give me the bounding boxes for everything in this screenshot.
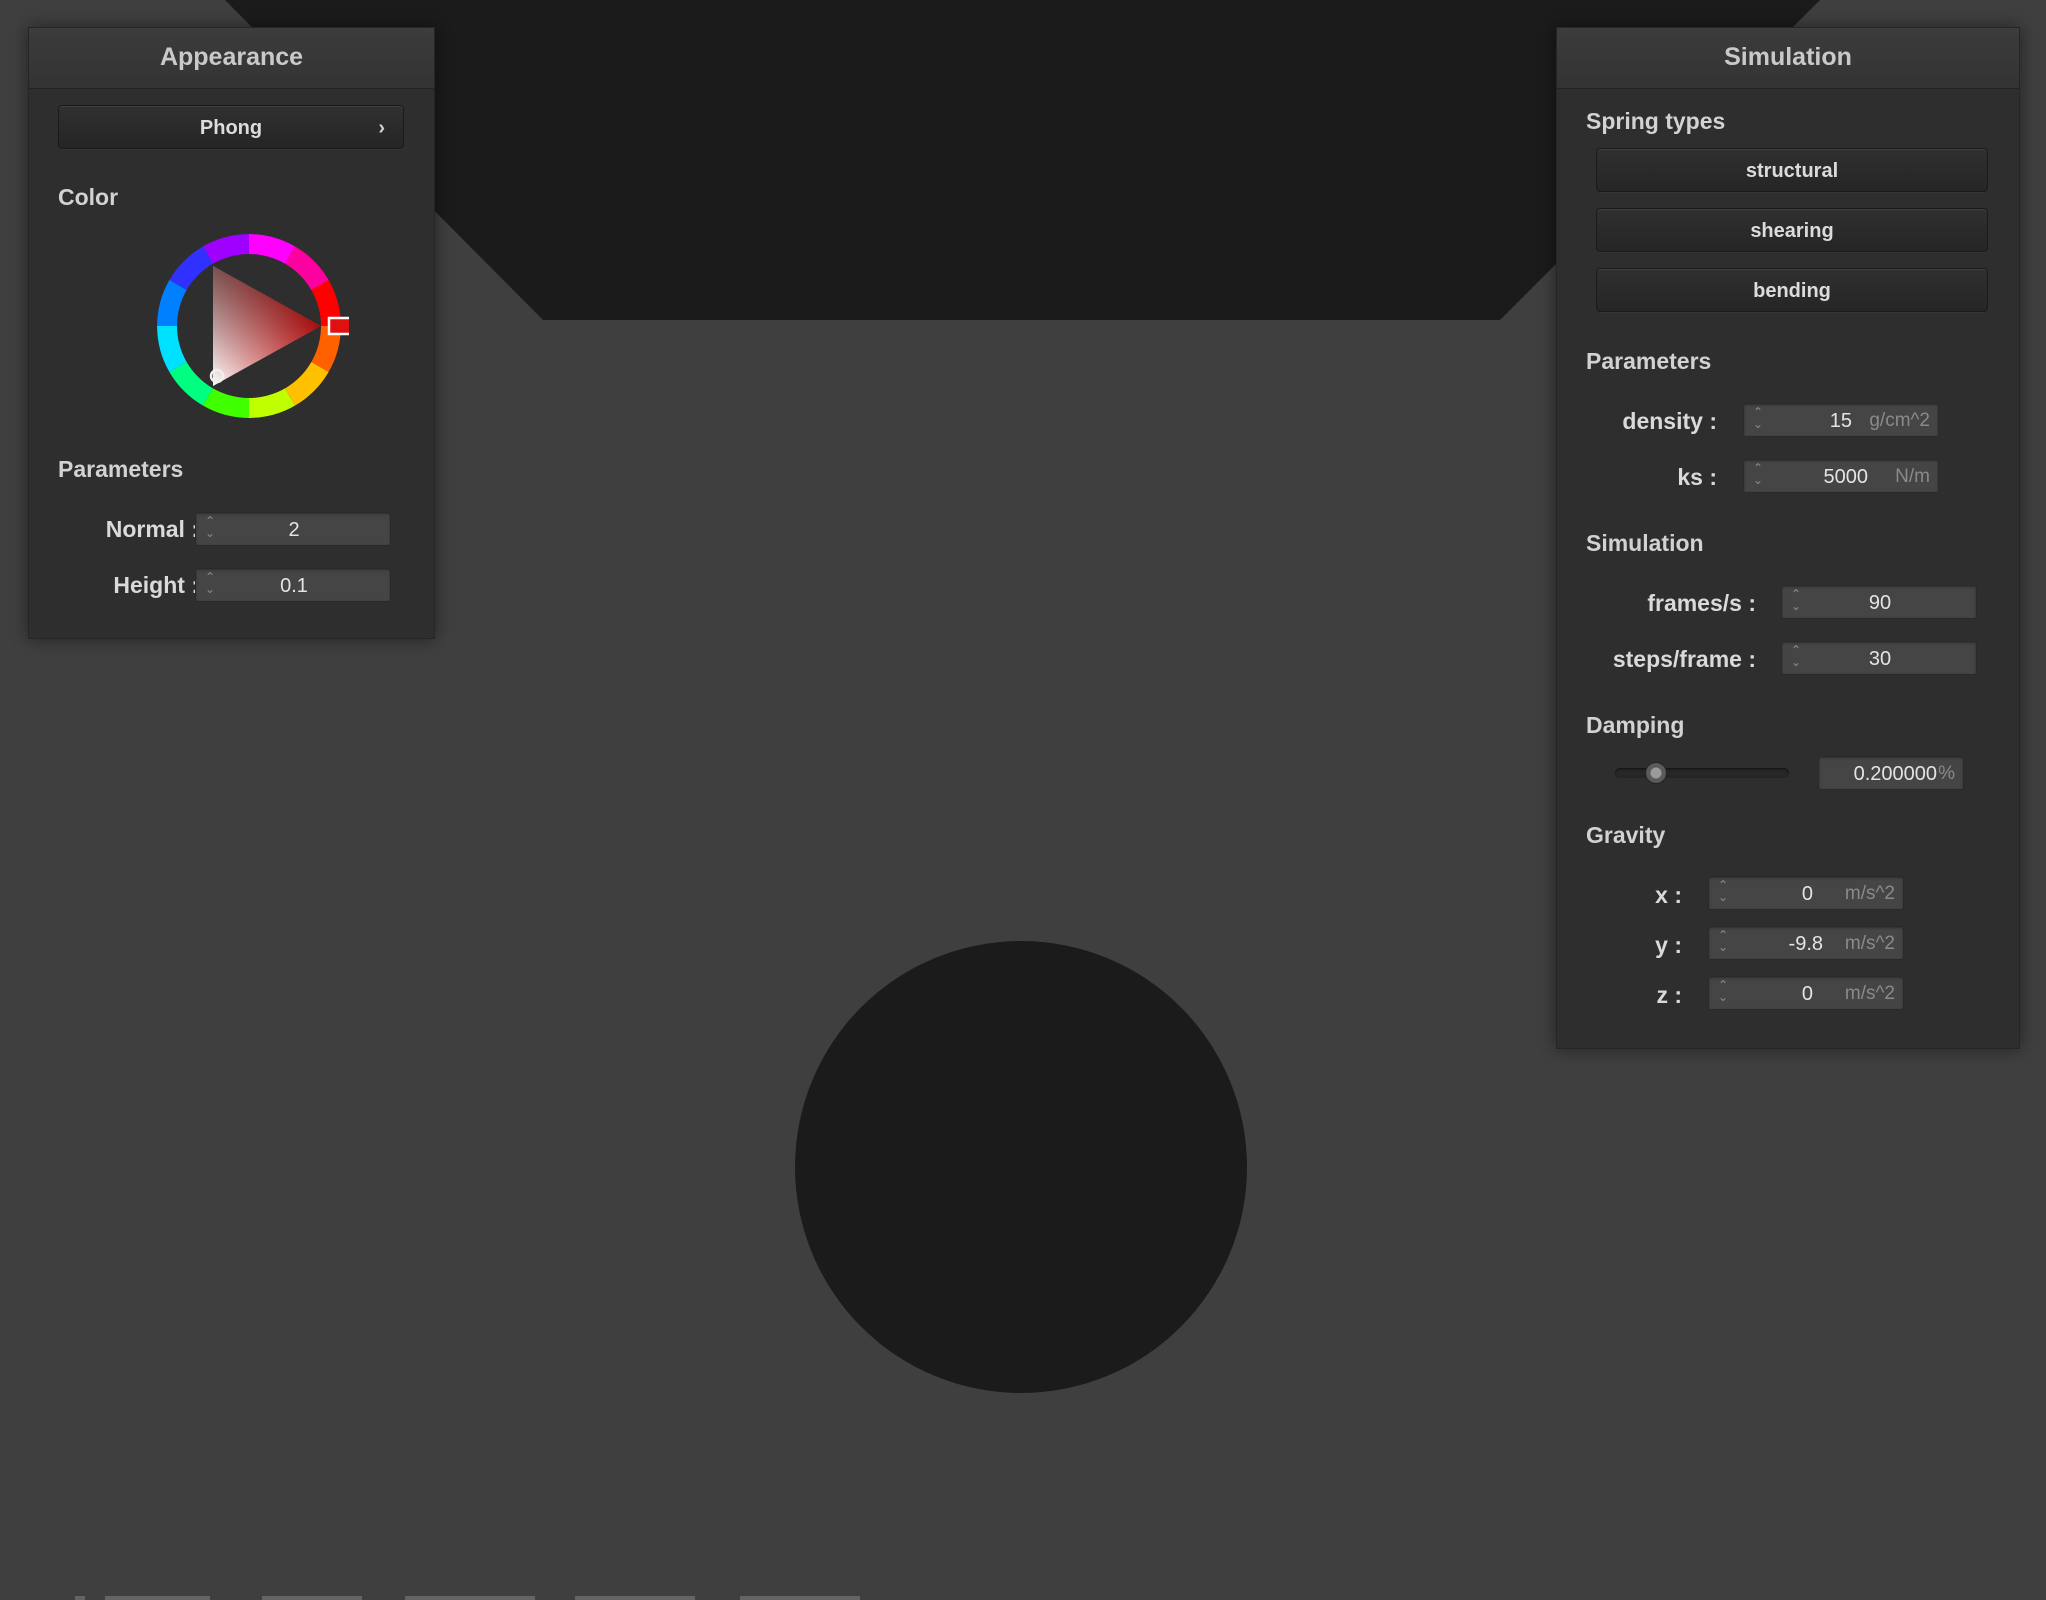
damping-label: Damping	[1586, 712, 1685, 738]
bending-spring-button[interactable]: bending	[1596, 268, 1988, 312]
appearance-parameters-label: Parameters	[58, 456, 184, 482]
appearance-panel-title: Appearance	[29, 28, 434, 89]
damping-input[interactable]: 0.200000 %	[1818, 756, 1964, 790]
chevron-right-icon: ›	[378, 117, 385, 139]
gravity-y-input[interactable]: ⌃ ⌄ -9.8 m/s^2	[1708, 926, 1904, 960]
steps-per-frame-value: 30	[1868, 648, 1892, 670]
color-section-label: Color	[58, 184, 119, 210]
damping-value: 0.200000	[1853, 763, 1937, 785]
gravity-x-value: 0	[1801, 883, 1813, 905]
frames-per-second-input[interactable]: ⌃ ⌄ 90	[1781, 585, 1977, 619]
steps-per-frame-label: steps/frame :	[1612, 646, 1756, 672]
gravity-y-unit: m/s^2	[1844, 933, 1895, 954]
gravity-x-unit: m/s^2	[1844, 883, 1895, 904]
shearing-spring-button[interactable]: shearing	[1596, 208, 1988, 252]
gravity-x-input[interactable]: ⌃ ⌄ 0 m/s^2	[1708, 876, 1904, 910]
structural-spring-button[interactable]: structural	[1596, 148, 1988, 192]
damping-unit: %	[1938, 763, 1955, 784]
density-value: 15	[1829, 410, 1852, 432]
spring-types-label: Spring types	[1586, 108, 1726, 134]
bottom-status-strip	[0, 1594, 2046, 1600]
spinner-icon[interactable]: ⌃ ⌄	[1715, 879, 1731, 907]
ks-value: 5000	[1823, 466, 1869, 488]
shading-model-button[interactable]: Phong ›	[58, 105, 404, 149]
spinner-icon[interactable]: ⌃ ⌄	[1715, 979, 1731, 1007]
ks-label: ks :	[1677, 464, 1717, 490]
height-value: 0.1	[280, 575, 308, 597]
ks-unit: N/m	[1895, 466, 1930, 487]
gravity-z-label: z :	[1656, 982, 1682, 1008]
color-wheel[interactable]	[149, 226, 349, 426]
spinner-icon[interactable]: ⌃ ⌄	[1715, 929, 1731, 957]
frames-per-second-value: 90	[1868, 592, 1892, 614]
simulation-panel-title: Simulation	[1557, 28, 2019, 89]
density-input[interactable]: ⌃ ⌄ 15 g/cm^2	[1743, 403, 1939, 437]
gravity-y-label: y :	[1655, 932, 1682, 958]
gravity-label: Gravity	[1586, 822, 1666, 848]
spinner-icon[interactable]: ⌃ ⌄	[1750, 462, 1766, 490]
gravity-z-unit: m/s^2	[1844, 983, 1895, 1004]
damping-slider-handle[interactable]	[1645, 762, 1667, 784]
gravity-z-input[interactable]: ⌃ ⌄ 0 m/s^2	[1708, 976, 1904, 1010]
simulation-parameters-label: Parameters	[1586, 348, 1712, 374]
spinner-icon[interactable]: ⌃ ⌄	[1750, 406, 1766, 434]
normal-label: Normal :	[105, 516, 199, 542]
ks-input[interactable]: ⌃ ⌄ 5000 N/m	[1743, 459, 1939, 493]
normal-value: 2	[288, 519, 300, 541]
density-label: density :	[1622, 408, 1717, 434]
simulation-panel: Simulation Spring types structural shear…	[1556, 27, 2020, 1049]
steps-per-frame-input[interactable]: ⌃ ⌄ 30	[1781, 641, 1977, 675]
sphere-object	[795, 941, 1247, 1393]
density-unit: g/cm^2	[1869, 410, 1930, 431]
gravity-x-label: x :	[1655, 882, 1682, 908]
appearance-panel: Appearance Phong › Color Parameters Norm…	[28, 27, 435, 639]
damping-slider[interactable]	[1615, 762, 1789, 784]
height-input[interactable]: ⌃ ⌄ 0.1	[195, 568, 391, 602]
frames-per-second-label: frames/s :	[1647, 590, 1756, 616]
shading-model-label: Phong	[199, 117, 263, 139]
simulation-section-label: Simulation	[1586, 530, 1704, 556]
gravity-z-value: 0	[1801, 983, 1813, 1005]
normal-input[interactable]: ⌃ ⌄ 2	[195, 512, 391, 546]
gravity-y-value: -9.8	[1788, 933, 1823, 955]
hue-selector	[327, 316, 349, 336]
height-label: Height :	[113, 572, 199, 598]
